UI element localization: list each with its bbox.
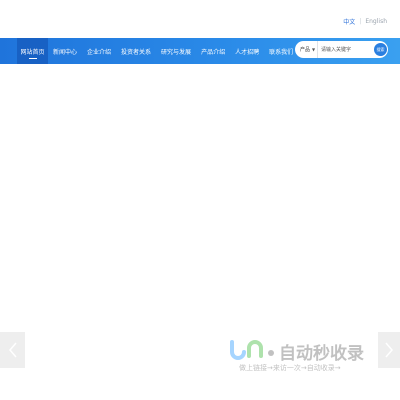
nav-item-careers[interactable]: 人才招聘 [230,38,264,64]
language-chinese-link[interactable]: 中文 [343,17,355,26]
search-type-select[interactable]: 产品 ▼ [298,41,318,58]
watermark-subtitle: 做上链接→来访一次→自动收录→ [239,364,341,372]
caret-down-icon: ▼ [311,47,316,52]
slider-prev-button[interactable] [0,332,25,368]
nav-item-company[interactable]: 企业介绍 [82,38,116,64]
chevron-left-icon [8,342,17,358]
main-nav: 网站首页 新闻中心 企业介绍 投资者关系 研究与发展 产品介绍 人才招聘 联系我… [0,38,400,64]
watermark-logo-icon [230,340,274,360]
chevron-right-icon [385,342,393,358]
nav-item-contact[interactable]: 联系我们 [264,38,298,64]
search-input[interactable] [319,44,373,55]
watermark: 自动秒收录 做上链接→来访一次→自动收录→ [229,336,385,376]
nav-item-products[interactable]: 产品介绍 [196,38,230,64]
nav-items: 网站首页 新闻中心 企业介绍 投资者关系 研究与发展 产品介绍 人才招聘 联系我… [17,38,298,64]
nav-item-research[interactable]: 研究与发展 [156,38,196,64]
watermark-title: 自动秒收录 [279,344,364,364]
search-button[interactable]: 搜索 [374,43,387,56]
language-switcher: 中文 | English [343,17,387,26]
nav-item-home[interactable]: 网站首页 [17,38,48,64]
search-type-label: 产品 [299,47,310,53]
search-box: 产品 ▼ 搜索 [295,41,388,58]
nav-item-investors[interactable]: 投资者关系 [116,38,156,64]
nav-item-news[interactable]: 新闻中心 [48,38,82,64]
language-separator: | [359,18,362,25]
language-english-link[interactable]: English [365,18,387,25]
